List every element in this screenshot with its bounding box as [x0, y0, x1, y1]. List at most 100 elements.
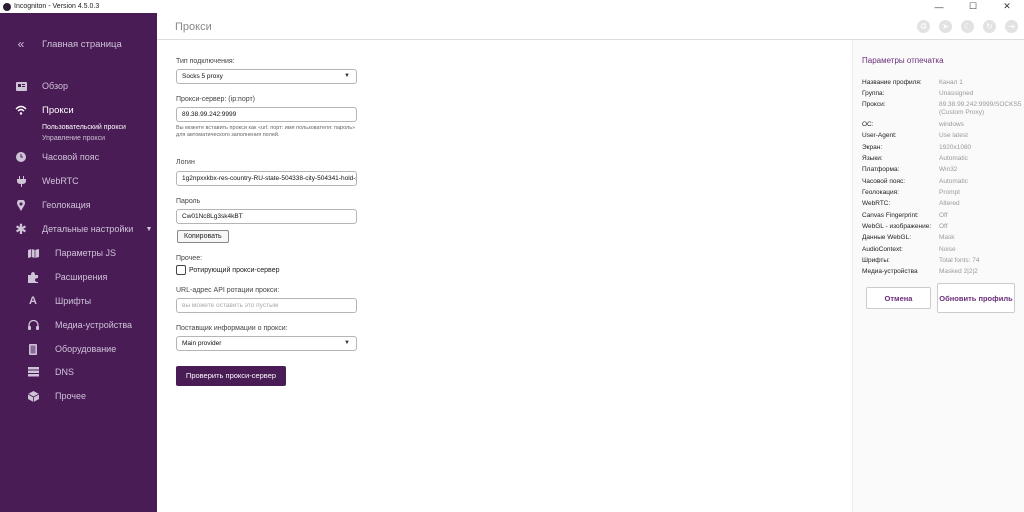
logout-icon[interactable]: ⇥ [1005, 20, 1018, 33]
close-window-button[interactable]: ✕ [990, 0, 1024, 13]
headphones-icon [27, 319, 39, 331]
param-key: Часовой пояс: [862, 178, 906, 185]
provider-value: Main provider [182, 340, 222, 347]
sidebar-subitem-custom-proxy[interactable]: Пользовательский прокси [42, 124, 126, 131]
sidebar-item-label: Расширения [55, 272, 108, 282]
other-label: Прочее: [176, 255, 203, 262]
sidebar-item-geolocation[interactable]: Геолокация [0, 196, 157, 214]
param-value: windows [939, 121, 964, 128]
sidebar: « Главная страница Обзор Прокси Пользова… [0, 13, 157, 512]
param-key: Платформа: [862, 166, 900, 173]
param-value: Automatic [939, 155, 968, 162]
password-label: Пароль [176, 198, 201, 205]
header-actions: ♻ ➤ ☾ ↻ ⇥ [917, 20, 1018, 33]
app-logo-icon [3, 2, 11, 11]
param-key: Название профиля: [862, 79, 922, 86]
sidebar-item-other[interactable]: Прочее [0, 387, 157, 405]
param-value: Automatic [939, 178, 968, 185]
fingerprint-panel-title: Параметры отпечатка [862, 56, 944, 65]
rotation-url-input[interactable]: вы можете оставить это пустым [176, 298, 357, 313]
connection-type-value: Socks 5 proxy [182, 73, 223, 80]
telegram-icon[interactable]: ➤ [939, 20, 952, 33]
sidebar-item-label: Главная страница [42, 38, 122, 50]
clock-icon [15, 151, 27, 163]
param-key: User-Agent: [862, 132, 897, 139]
param-value: 1920x1080 [939, 144, 972, 151]
rotating-proxy-checkbox[interactable] [176, 265, 186, 275]
connection-type-select[interactable]: Socks 5 proxy ▼ [176, 69, 357, 84]
param-value: Unassigned [939, 90, 974, 97]
sidebar-item-label: DNS [55, 367, 75, 377]
param-value: Prompt [939, 189, 960, 196]
connection-type-label: Тип подключения: [176, 58, 235, 65]
sidebar-item-proxy[interactable]: Прокси [0, 101, 157, 119]
login-label: Логин [176, 159, 195, 166]
param-key: Группа: [862, 90, 885, 97]
sidebar-item-hardware[interactable]: Оборудование [0, 340, 157, 358]
wifi-icon [15, 104, 27, 116]
page-header: Прокси ♻ ➤ ☾ ↻ ⇥ [157, 13, 1024, 40]
sidebar-item-detailed-settings[interactable]: ✱ Детальные настройки ▼ [0, 220, 157, 238]
page-title: Прокси [175, 21, 212, 33]
check-proxy-button[interactable]: Проверить прокси-сервер [176, 366, 286, 386]
param-key: Геолокация: [862, 189, 899, 196]
sidebar-item-webrtc[interactable]: WebRTC [0, 172, 157, 190]
rotating-proxy-label: Ротирующий прокси-сервер [189, 267, 280, 274]
plug-icon [15, 175, 27, 187]
update-profile-button[interactable]: Обновить профиль [937, 283, 1015, 313]
copy-button[interactable]: Копировать [177, 230, 229, 243]
sidebar-item-timezone[interactable]: Часовой пояс [0, 148, 157, 166]
window-titlebar: Incogniton - Version 4.5.0.3 — ☐ ✕ [0, 0, 1024, 13]
sidebar-item-extensions[interactable]: Расширения [0, 268, 157, 286]
sidebar-item-label: Медиа-устройства [55, 320, 133, 330]
param-value: Total fonts: 74 [939, 257, 980, 264]
sidebar-item-label: WebRTC [42, 176, 79, 186]
minimize-button[interactable]: — [922, 0, 956, 13]
provider-label: Поставщик информации о прокси: [176, 325, 288, 332]
window-controls: — ☐ ✕ [922, 0, 1024, 13]
chevron-down-icon: ▼ [344, 340, 350, 346]
chevron-down-icon: ▼ [145, 225, 153, 233]
rotation-url-label: URL-адрес API ротации прокси: [176, 287, 280, 294]
overview-icon [15, 80, 27, 92]
sidebar-item-fonts[interactable]: A Шрифты [0, 292, 157, 310]
param-key: Шрифты: [862, 257, 890, 264]
sidebar-item-home[interactable]: « Главная страница [0, 35, 157, 53]
window-title: Incogniton - Version 4.5.0.3 [14, 3, 100, 10]
map-icon [27, 247, 39, 259]
moon-icon[interactable]: ☾ [961, 20, 974, 33]
sidebar-item-js-params[interactable]: Параметры JS [0, 244, 157, 262]
login-input[interactable]: 1g2npxxkbx-res-country-RU-state-504338-c… [176, 171, 357, 186]
param-key: AudioContext: [862, 246, 903, 253]
param-value: Win32 [939, 166, 958, 173]
password-input[interactable]: Cw01Nc8Lg3sk4kBT [176, 209, 357, 224]
sidebar-item-label: Часовой пояс [42, 152, 100, 162]
fingerprint-panel: Параметры отпечатка Название профиля: Ка… [852, 40, 1024, 512]
proxy-server-input[interactable]: 89.38.99.242:9999 [176, 107, 357, 122]
param-value: Noise [939, 246, 956, 253]
provider-select[interactable]: Main provider ▼ [176, 336, 357, 351]
param-key: Медиа-устройства [862, 268, 918, 275]
main-content: Прокси ♻ ➤ ☾ ↻ ⇥ Тип подключения: Socks … [157, 13, 1024, 512]
param-value: Altered [939, 200, 960, 207]
refresh-icon[interactable]: ↻ [983, 20, 996, 33]
recycle-icon[interactable]: ♻ [917, 20, 930, 33]
sidebar-item-media-devices[interactable]: Медиа-устройства [0, 316, 157, 334]
hardware-icon [27, 343, 39, 355]
maximize-button[interactable]: ☐ [956, 0, 990, 13]
proxy-hint-text: Вы можете вставить прокси как «url: порт… [176, 125, 356, 138]
cancel-button[interactable]: Отмена [866, 287, 931, 309]
cube-icon [27, 390, 39, 402]
sidebar-item-label: Оборудование [55, 344, 117, 354]
param-key: Языки: [862, 155, 883, 162]
collapse-chevrons-icon[interactable]: « [15, 37, 27, 51]
param-key: ОС: [862, 121, 874, 128]
sidebar-item-overview[interactable]: Обзор [0, 77, 157, 95]
param-key: Прокси: [862, 101, 886, 108]
param-value: Masked 2|2|2 [939, 268, 978, 275]
server-icon [27, 366, 39, 378]
param-key: Canvas Fingerprint: [862, 212, 919, 219]
sidebar-subitem-manage-proxy[interactable]: Управление прокси [42, 135, 105, 142]
sidebar-item-dns[interactable]: DNS [0, 363, 157, 381]
sidebar-item-label: Параметры JS [55, 248, 116, 258]
